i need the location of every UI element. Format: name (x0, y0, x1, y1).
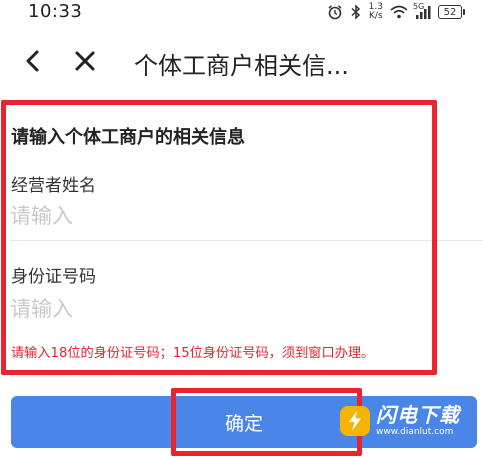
name-divider (10, 240, 483, 241)
confirm-button[interactable]: 确定 (11, 396, 477, 448)
form-heading: 请输入个体工商户的相关信息 (11, 127, 245, 148)
close-icon (75, 51, 95, 71)
chevron-left-icon (26, 50, 39, 72)
id-number-input[interactable] (10, 292, 470, 326)
name-input[interactable] (10, 199, 470, 233)
status-bar: 10:33 1.3 K/s 5G 52 (0, 0, 483, 26)
bluetooth-icon (350, 4, 362, 20)
screen: 10:33 1.3 K/s 5G 52 个体工商户相关信... 请输入个体工商户… (0, 0, 483, 458)
id-label: 身份证号码 (11, 267, 96, 287)
battery-icon: 52 (438, 5, 465, 19)
signal-icon: 5G (413, 2, 431, 19)
back-button[interactable] (18, 46, 48, 76)
wifi-icon (390, 5, 408, 19)
battery-level: 52 (438, 5, 462, 19)
alarm-icon (327, 4, 343, 20)
network-type: 5G (413, 2, 425, 11)
net-speed: 1.3 K/s (369, 3, 383, 21)
page-title: 个体工商户相关信... (134, 52, 349, 80)
net-speed-unit: K/s (369, 11, 383, 21)
status-time: 10:33 (28, 1, 83, 22)
status-icons: 1.3 K/s 5G 52 (327, 2, 465, 22)
title-bar: 个体工商户相关信... (0, 36, 483, 86)
id-hint-text: 请输入18位的身份证号码；15位身份证号码，须到窗口办理。 (11, 346, 375, 361)
name-label: 经营者姓名 (11, 176, 96, 196)
close-button[interactable] (70, 46, 100, 76)
